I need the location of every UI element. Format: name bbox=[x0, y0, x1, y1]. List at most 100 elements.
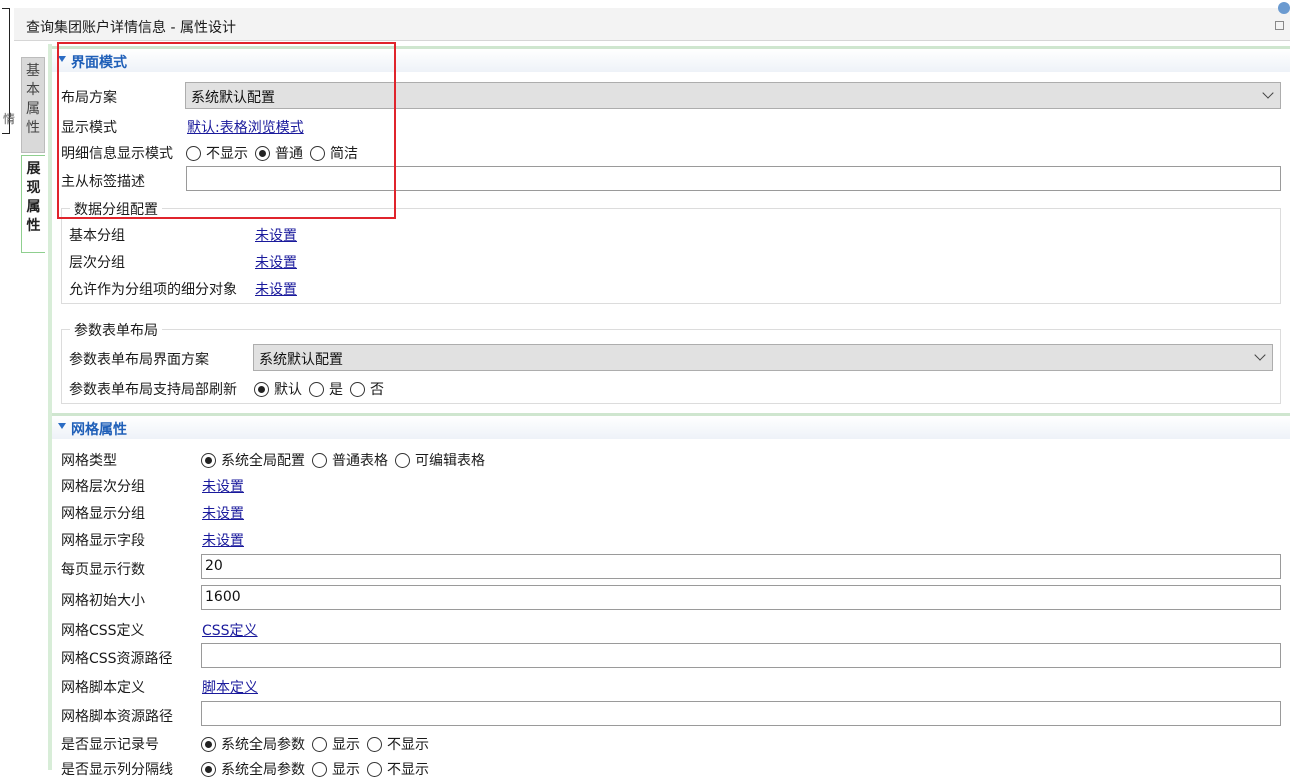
radio-label: 不显示 bbox=[206, 146, 248, 162]
detail-mode-label: 明细信息显示模式 bbox=[61, 146, 173, 162]
grid-script-label: 网格脚本定义 bbox=[61, 680, 145, 696]
show-col-sep-option[interactable]: 系统全局参数 bbox=[201, 759, 305, 779]
radio-label: 简洁 bbox=[330, 146, 358, 162]
radio-label: 不显示 bbox=[387, 737, 429, 753]
data-grouping-title: 数据分组配置 bbox=[70, 199, 162, 219]
radio-label: 否 bbox=[370, 382, 384, 398]
tab-char: 性 bbox=[26, 120, 40, 136]
show-col-sep-option[interactable]: 不显示 bbox=[367, 759, 429, 779]
grid-type-option[interactable]: 系统全局配置 bbox=[201, 450, 305, 470]
basic-group-link[interactable]: 未设置 bbox=[255, 225, 297, 245]
detail-mode-option[interactable]: 普通 bbox=[255, 143, 303, 163]
grid-script-link[interactable]: 脚本定义 bbox=[202, 677, 258, 697]
grid-css-link[interactable]: CSS定义 bbox=[202, 620, 258, 640]
maximize-icon[interactable] bbox=[1275, 21, 1284, 30]
radio-checked-icon[interactable] bbox=[201, 761, 216, 777]
grid-init-size-input[interactable]: 1600 bbox=[201, 585, 1281, 610]
radio-unchecked-icon[interactable] bbox=[312, 761, 327, 777]
section-ui-mode-header[interactable]: 界面模式 bbox=[52, 46, 1290, 72]
data-grouping-box: 数据分组配置 bbox=[61, 199, 1281, 304]
tab-display-properties[interactable]: 展 现 属 性 bbox=[21, 155, 45, 253]
radio-unchecked-icon[interactable] bbox=[312, 736, 327, 752]
sub-object-label: 允许作为分组项的细分对象 bbox=[69, 282, 237, 298]
grid-css-path-label: 网格CSS资源路径 bbox=[61, 651, 173, 667]
grid-display-group-label: 网格显示分组 bbox=[61, 506, 145, 522]
detail-mode-option[interactable]: 简洁 bbox=[310, 143, 358, 163]
radio-label: 显示 bbox=[332, 762, 360, 778]
param-scheme-select[interactable]: 系统默认配置 bbox=[253, 344, 1273, 371]
param-refresh-option[interactable]: 是 bbox=[309, 379, 343, 399]
grid-display-group-link[interactable]: 未设置 bbox=[202, 503, 244, 523]
radio-label: 不显示 bbox=[387, 762, 429, 778]
grid-display-field-link[interactable]: 未设置 bbox=[202, 530, 244, 550]
display-mode-link[interactable]: 默认:表格浏览模式 bbox=[187, 117, 304, 137]
grid-type-option[interactable]: 可编辑表格 bbox=[395, 450, 485, 470]
tab-basic-properties[interactable]: 基 本 属 性 bbox=[21, 57, 45, 153]
tab-char: 展 bbox=[26, 161, 41, 177]
radio-label: 默认 bbox=[274, 382, 302, 398]
radio-checked-icon[interactable] bbox=[201, 452, 216, 468]
radio-unchecked-icon[interactable] bbox=[367, 736, 382, 752]
master-detail-label: 主从标签描述 bbox=[61, 174, 145, 190]
radio-unchecked-icon[interactable] bbox=[186, 145, 201, 161]
master-detail-input[interactable] bbox=[186, 166, 1281, 191]
help-icon[interactable] bbox=[1278, 2, 1290, 14]
radio-checked-icon[interactable] bbox=[254, 381, 269, 397]
show-col-sep-label: 是否显示列分隔线 bbox=[61, 762, 173, 778]
level-group-link[interactable]: 未设置 bbox=[255, 252, 297, 272]
show-col-sep-option[interactable]: 显示 bbox=[312, 759, 360, 779]
layout-scheme-select[interactable]: 系统默认配置 bbox=[185, 82, 1281, 109]
show-record-no-option[interactable]: 系统全局参数 bbox=[201, 734, 305, 754]
select-value: 系统默认配置 bbox=[191, 90, 275, 106]
grid-display-field-label: 网格显示字段 bbox=[61, 533, 145, 549]
detail-mode-radio-group: 不显示 普通 简洁 bbox=[186, 143, 365, 163]
radio-label: 系统全局参数 bbox=[221, 762, 305, 778]
section-grid-header[interactable]: 网格属性 bbox=[52, 413, 1290, 439]
radio-unchecked-icon[interactable] bbox=[367, 761, 382, 777]
radio-checked-icon[interactable] bbox=[255, 145, 270, 161]
detail-mode-option[interactable]: 不显示 bbox=[186, 143, 248, 163]
radio-label: 普通表格 bbox=[332, 453, 388, 469]
sub-object-link[interactable]: 未设置 bbox=[255, 279, 297, 299]
grid-type-option[interactable]: 普通表格 bbox=[312, 450, 388, 470]
tab-char: 本 bbox=[26, 82, 40, 98]
show-record-no-radio-group: 系统全局参数 显示 不显示 bbox=[201, 734, 436, 754]
show-record-no-label: 是否显示记录号 bbox=[61, 737, 159, 753]
basic-group-label: 基本分组 bbox=[69, 228, 125, 244]
show-record-no-option[interactable]: 不显示 bbox=[367, 734, 429, 754]
level-group-label: 层次分组 bbox=[69, 255, 125, 271]
show-record-no-option[interactable]: 显示 bbox=[312, 734, 360, 754]
rows-per-page-input[interactable]: 20 bbox=[201, 554, 1281, 579]
grid-init-size-label: 网格初始大小 bbox=[61, 593, 145, 609]
radio-checked-icon[interactable] bbox=[201, 736, 216, 752]
title-bar: 查询集团账户详情信息 - 属性设计 bbox=[14, 2, 1290, 41]
radio-unchecked-icon[interactable] bbox=[395, 452, 410, 468]
radio-unchecked-icon[interactable] bbox=[310, 145, 325, 161]
left-strip: 情 bbox=[0, 0, 15, 770]
radio-unchecked-icon[interactable] bbox=[350, 381, 365, 397]
param-layout-title: 参数表单布局 bbox=[70, 320, 162, 340]
tab-char: 性 bbox=[26, 218, 41, 234]
grid-type-radio-group: 系统全局配置 普通表格 可编辑表格 bbox=[201, 450, 492, 470]
section-title: 网格属性 bbox=[71, 422, 127, 438]
param-refresh-option[interactable]: 默认 bbox=[254, 379, 302, 399]
grid-type-label: 网格类型 bbox=[61, 453, 117, 469]
tab-char: 属 bbox=[26, 199, 41, 215]
show-col-sep-radio-group: 系统全局参数 显示 不显示 bbox=[201, 759, 436, 779]
radio-unchecked-icon[interactable] bbox=[312, 452, 327, 468]
tab-char: 基 bbox=[26, 63, 40, 79]
rows-per-page-label: 每页显示行数 bbox=[61, 562, 145, 578]
grid-script-path-label: 网格脚本资源路径 bbox=[61, 709, 173, 725]
grid-script-path-input[interactable] bbox=[201, 701, 1281, 726]
grid-css-path-input[interactable] bbox=[201, 643, 1281, 668]
tab-char: 现 bbox=[26, 180, 41, 196]
collapse-triangle-icon bbox=[58, 56, 66, 62]
layout-scheme-label: 布局方案 bbox=[61, 90, 117, 106]
grid-level-group-link[interactable]: 未设置 bbox=[202, 476, 244, 496]
radio-label: 系统全局参数 bbox=[221, 737, 305, 753]
param-refresh-option[interactable]: 否 bbox=[350, 379, 384, 399]
collapse-triangle-icon bbox=[58, 423, 66, 429]
grid-css-label: 网格CSS定义 bbox=[61, 623, 145, 639]
chevron-down-icon bbox=[1254, 349, 1266, 361]
radio-unchecked-icon[interactable] bbox=[309, 381, 324, 397]
